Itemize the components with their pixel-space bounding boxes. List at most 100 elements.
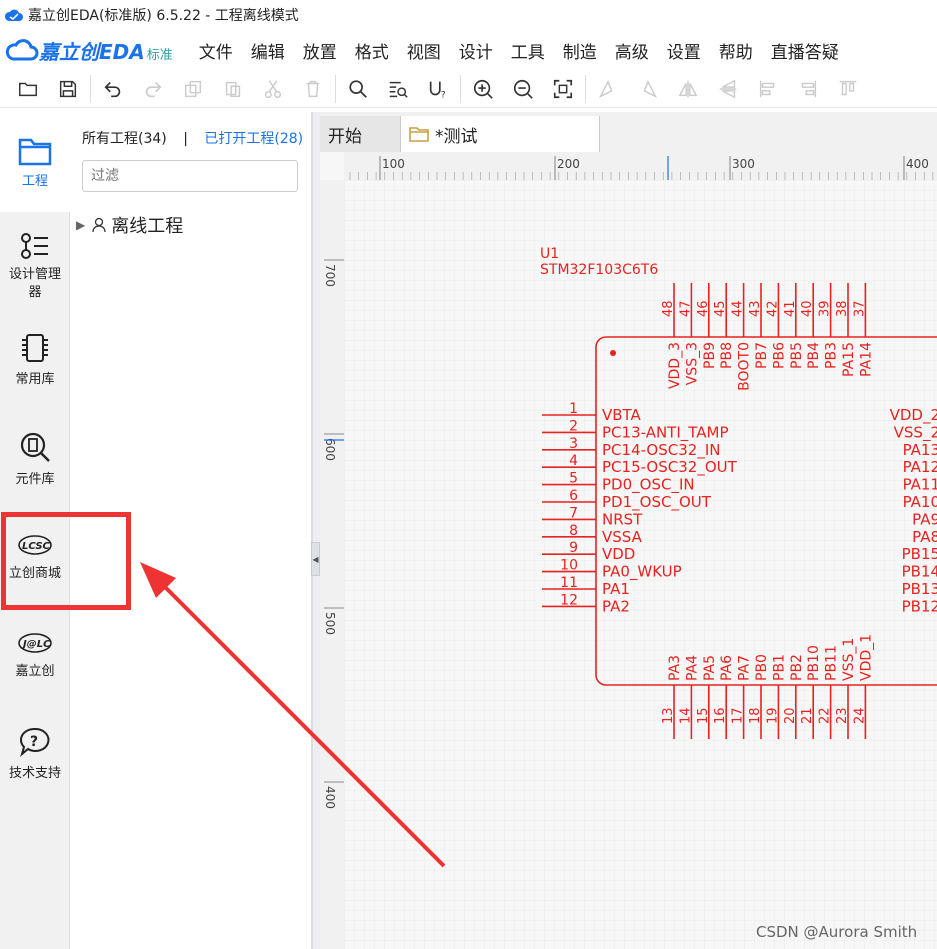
rotate-icon <box>599 79 613 98</box>
pin-number: 22 <box>818 707 833 724</box>
pin-name: VDD_3 <box>667 342 683 389</box>
zoom-out-button[interactable] <box>503 72 543 106</box>
pin-name: PD0_OSC_IN <box>602 476 695 495</box>
trash-icon <box>306 80 320 97</box>
zoom-in-icon <box>473 79 493 99</box>
pin-number: 15 <box>696 707 711 724</box>
watermark: CSDN @Aurora Smith <box>756 923 918 941</box>
design-manager-icon <box>21 233 48 259</box>
menu-item[interactable]: 视图 <box>407 38 441 63</box>
delete-button[interactable] <box>293 72 333 106</box>
menu-item[interactable]: 帮助 <box>719 38 753 63</box>
pin-number: 20 <box>783 707 798 724</box>
leftbar-item-project[interactable]: 工程 <box>0 112 70 212</box>
zoom-in-button[interactable] <box>463 72 503 106</box>
pin-name: PA10 <box>903 493 937 511</box>
menu-item[interactable]: 格式 <box>355 38 389 63</box>
align-right-button[interactable] <box>788 72 828 106</box>
pin-name: VSS_3 <box>684 342 700 385</box>
flip-vertical-button[interactable] <box>708 72 748 106</box>
save-button[interactable] <box>48 72 88 106</box>
collapse-handle[interactable]: ◀ <box>311 542 320 576</box>
align-left-button[interactable] <box>748 72 788 106</box>
rotate-ccw-icon <box>643 79 657 98</box>
pin-name: PB3 <box>824 342 840 369</box>
rotate-button[interactable] <box>588 72 628 106</box>
document-tabs: 开始 *测试 <box>320 112 937 152</box>
pin-number: 41 <box>783 300 798 317</box>
leftbar-item-jlc[interactable]: J@LC 嘉立创 <box>0 630 70 679</box>
flip-horizontal-button[interactable] <box>668 72 708 106</box>
toolbar-separator <box>335 74 336 103</box>
pin-number: 23 <box>835 707 850 724</box>
pin-number: 19 <box>765 707 780 724</box>
jlc-logo-text: J@LC <box>21 639 51 650</box>
tree-item-offline-projects[interactable]: ▶ 离线工程 <box>76 212 183 238</box>
pin-name: VDD_1 <box>858 634 874 681</box>
open-folder-button[interactable] <box>8 72 48 106</box>
expand-arrow-icon[interactable]: ▶ <box>76 218 85 232</box>
copy-button[interactable] <box>173 72 213 106</box>
schematic-canvas[interactable]: 100 200 300 400 700 600 500 400 U1 STM32F103C6T6 1… <box>320 152 937 949</box>
menu-item[interactable]: 高级 <box>615 38 649 63</box>
highlight-box <box>1 512 131 610</box>
scissors-icon <box>264 79 282 98</box>
menu-item[interactable]: 放置 <box>303 38 337 63</box>
project-tabs: 所有工程(34) | 已打开工程(28) <box>82 128 303 148</box>
menu-item[interactable]: 编辑 <box>251 38 285 63</box>
pin-number: 1 <box>569 401 578 417</box>
fit-view-button[interactable] <box>543 72 583 106</box>
pin-name: PB1 <box>771 654 787 681</box>
menu-item[interactable]: 制造 <box>563 38 597 63</box>
menu-item[interactable]: 设置 <box>667 38 701 63</box>
find-list-button[interactable] <box>378 72 418 106</box>
leftbar-item-design-manager[interactable]: 设计管理器 <box>0 230 70 302</box>
help-icon: ? <box>20 727 50 757</box>
leftbar-label: 元件库 <box>15 472 55 487</box>
menu-item[interactable]: 直播答疑 <box>771 38 839 63</box>
zoom-out-icon <box>513 79 533 99</box>
redo-button[interactable] <box>133 72 173 106</box>
undo-button[interactable] <box>93 72 133 106</box>
pin-number: 10 <box>560 558 578 574</box>
pin-name: BOOT0 <box>737 342 753 391</box>
paste-button[interactable] <box>213 72 253 106</box>
leftbar-item-common-lib[interactable]: 常用库 <box>0 332 70 387</box>
pin-name: PA6 <box>719 655 735 681</box>
pin-name: VSSA <box>602 528 643 546</box>
ruler-label: 300 <box>732 157 755 171</box>
filter-input[interactable] <box>82 160 298 192</box>
ruler-label: 400 <box>906 157 929 171</box>
tab-label: 开始 <box>328 126 362 147</box>
tab-separator: | <box>183 131 188 147</box>
search-button[interactable] <box>338 72 378 106</box>
pin-name: PB2 <box>789 654 805 681</box>
redo-icon <box>145 81 162 97</box>
panel-divider[interactable]: ◀ <box>311 112 320 949</box>
window-title: 嘉立创EDA(标准版) 6.5.22 - 工程离线模式 <box>28 8 299 24</box>
top-ruler <box>344 152 937 180</box>
schematic-svg[interactable]: 100 200 300 400 700 600 500 400 U1STM32F103C6T6 1… <box>320 152 937 949</box>
align-top-button[interactable] <box>828 72 868 106</box>
unknown-part-button[interactable]: ? <box>418 72 458 106</box>
pin-number: 12 <box>560 592 578 608</box>
tab-opened-projects[interactable]: 已打开工程(28) <box>204 131 303 147</box>
menu-item[interactable]: 文件 <box>199 38 233 63</box>
tab-all-projects[interactable]: 所有工程(34) <box>82 131 167 147</box>
tab-test[interactable]: *测试 <box>400 116 600 152</box>
cut-button[interactable] <box>253 72 293 106</box>
leftbar-item-tech-support[interactable]: ? 技术支持 <box>0 726 70 781</box>
tab-start[interactable]: 开始 <box>320 116 400 152</box>
pin-name: VSS_2 <box>894 423 937 442</box>
menu-item[interactable]: 设计 <box>459 38 493 63</box>
part-name: STM32F103C6T6 <box>540 262 658 278</box>
menu-item[interactable]: 工具 <box>511 38 545 63</box>
rotate-ccw-button[interactable] <box>628 72 668 106</box>
user-icon <box>92 217 106 233</box>
pin-number: 43 <box>748 300 763 317</box>
leftbar-item-component-lib[interactable]: 元件库 <box>0 430 70 487</box>
pin-name: VDD_2 <box>890 406 937 425</box>
pin-number: 24 <box>852 707 867 724</box>
pin-number: 9 <box>569 540 578 556</box>
pin-name: PB14 <box>902 563 937 581</box>
